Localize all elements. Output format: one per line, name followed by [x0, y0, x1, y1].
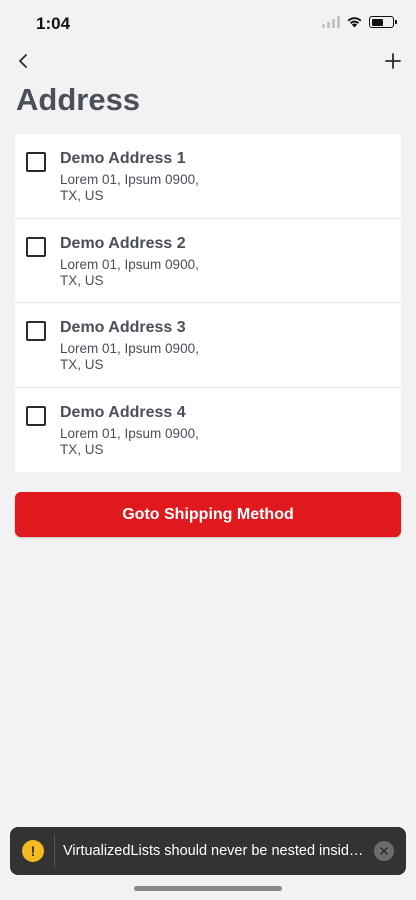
battery-icon [369, 16, 397, 28]
home-indicator[interactable] [134, 886, 282, 891]
warning-toast[interactable]: ! VirtualizedLists should never be neste… [10, 827, 406, 875]
address-detail: Lorem 01, Ipsum 0900, TX, US [60, 341, 230, 373]
address-item[interactable]: Demo Address 3 Lorem 01, Ipsum 0900, TX,… [15, 303, 401, 388]
goto-shipping-method-button[interactable]: Goto Shipping Method [15, 492, 401, 537]
address-line1: Lorem 01, Ipsum 0900, [60, 256, 199, 272]
address-line2: TX, US [60, 441, 104, 457]
address-line1: Lorem 01, Ipsum 0900, [60, 425, 199, 441]
address-item[interactable]: Demo Address 1 Lorem 01, Ipsum 0900, TX,… [15, 134, 401, 219]
address-name: Demo Address 4 [60, 403, 186, 421]
address-line2: TX, US [60, 357, 104, 372]
address-list: Demo Address 1 Lorem 01, Ipsum 0900, TX,… [15, 134, 401, 472]
address-detail: Lorem 01, Ipsum 0900, TX, US [60, 172, 230, 204]
address-item[interactable]: Demo Address 2 Lorem 01, Ipsum 0900, TX,… [15, 219, 401, 303]
battery-fill [371, 18, 383, 26]
status-bar: 1:04 [0, 0, 416, 50]
status-time: 1:04 [36, 14, 71, 33]
address-name: Demo Address 1 [60, 150, 186, 167]
close-icon [380, 847, 388, 855]
address-detail: Lorem 01, Ipsum 0900, TX, US [60, 257, 230, 289]
address-checkbox[interactable] [26, 152, 46, 172]
address-name: Demo Address 3 [60, 319, 186, 336]
chevron-left-icon [19, 54, 27, 68]
toast-close-button[interactable] [374, 841, 394, 861]
cellular-signal-icon [322, 16, 340, 28]
address-item[interactable]: Demo Address 4 Lorem 01, Ipsum 0900, TX,… [15, 388, 401, 473]
address-detail: Lorem 01, Ipsum 0900, TX, US [60, 426, 230, 458]
toast-divider [54, 835, 55, 867]
back-button[interactable] [12, 50, 34, 72]
address-line1: Lorem 01, Ipsum 0900, [60, 172, 199, 187]
page-title: Address [16, 82, 141, 117]
add-address-button[interactable] [382, 50, 404, 72]
address-checkbox[interactable] [26, 405, 46, 426]
address-checkbox[interactable] [26, 321, 46, 341]
address-line2: TX, US [60, 272, 104, 288]
plus-icon [385, 53, 401, 69]
warning-icon: ! [22, 840, 44, 862]
address-line2: TX, US [60, 188, 104, 203]
address-checkbox[interactable] [26, 236, 46, 257]
status-icons [322, 16, 397, 28]
wifi-icon [347, 17, 362, 28]
toast-message: VirtualizedLists should never be nested … [63, 843, 365, 859]
address-name: Demo Address 2 [60, 234, 186, 252]
address-line1: Lorem 01, Ipsum 0900, [60, 341, 199, 356]
